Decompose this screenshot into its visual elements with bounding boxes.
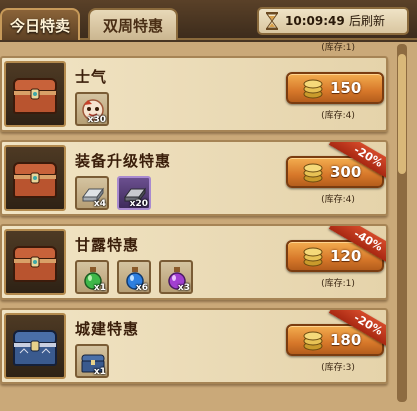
price-label: 150	[330, 79, 362, 97]
deal-row-nectar[interactable]: 甘露特惠 x1 x6 x3 120 (库存:1) -40%	[0, 224, 388, 300]
deal-title: 城建特惠	[75, 320, 140, 338]
item-quantity: x30	[87, 115, 106, 125]
stock-label: (库存:1)	[321, 279, 355, 289]
item-quantity: x1	[93, 367, 106, 377]
deal-row-morale[interactable]: 士气 x30 150 (库存:4)	[0, 56, 388, 132]
stock-label: (库存:4)	[321, 195, 355, 205]
gold-coin-icon	[303, 79, 323, 99]
deal-row-city-building[interactable]: 城建特惠 x1 180 (库存:3) -20%	[0, 308, 388, 384]
reward-item[interactable]: x30	[75, 92, 109, 126]
stock-label: (库存:4)	[321, 111, 355, 121]
item-quantity: x4	[93, 199, 106, 209]
reward-item[interactable]: x6	[117, 260, 151, 294]
gold-coin-icon	[303, 163, 323, 183]
deal-title: 装备升级特惠	[75, 152, 172, 170]
orange-chest-icon	[13, 246, 57, 282]
tab-bar: 今日特卖 双周特惠 10:09:49 后刷新	[0, 0, 417, 40]
chest-slot	[4, 313, 66, 379]
list-scrollbar[interactable]	[397, 44, 407, 402]
gold-coin-icon	[303, 331, 323, 351]
chest-slot	[4, 61, 66, 127]
price-label: 180	[330, 331, 362, 349]
price-label: 120	[330, 247, 362, 265]
reward-item[interactable]: x4	[75, 176, 109, 210]
item-quantity: x1	[93, 283, 106, 293]
chest-slot	[4, 145, 66, 211]
hourglass-icon	[266, 12, 278, 30]
reward-item[interactable]: x1	[75, 260, 109, 294]
blue-chest-icon	[13, 330, 57, 366]
deal-title: 士气	[75, 68, 108, 86]
buy-button[interactable]: 150	[286, 72, 384, 104]
previous-row-stock: (库存:1)	[321, 43, 355, 53]
reward-item[interactable]: x3	[159, 260, 193, 294]
stock-label: (库存:3)	[321, 363, 355, 373]
orange-chest-icon	[13, 162, 57, 198]
gold-coin-icon	[303, 247, 323, 267]
deal-title: 甘露特惠	[75, 236, 140, 254]
item-quantity: x3	[177, 283, 190, 293]
scrollbar-thumb[interactable]	[398, 54, 406, 174]
item-quantity: x20	[129, 199, 148, 209]
timer-time: 10:09:49	[285, 14, 345, 28]
tab-today-sale[interactable]: 今日特卖	[0, 8, 80, 40]
price-label: 300	[330, 163, 362, 181]
reward-item[interactable]: x20	[117, 176, 151, 210]
chest-slot	[4, 229, 66, 295]
timer-refresh-label: 后刷新	[349, 14, 386, 28]
refresh-timer: 10:09:49 后刷新	[257, 7, 409, 35]
deal-row-equipment-upgrade[interactable]: 装备升级特惠 x4 x20 300 (库存:4) -20%	[0, 140, 388, 216]
reward-item[interactable]: x1	[75, 344, 109, 378]
deal-list[interactable]: (库存:1) 士气 x30 150 (库存:4) 装备升级特惠 x4 x20 3…	[0, 42, 417, 411]
item-quantity: x6	[135, 283, 148, 293]
tab-biweekly-deals[interactable]: 双周特惠	[88, 8, 178, 40]
orange-chest-icon	[13, 78, 57, 114]
shop-window: 今日特卖 双周特惠 10:09:49 后刷新 (库存:1) 士气 x30 150…	[0, 0, 417, 411]
